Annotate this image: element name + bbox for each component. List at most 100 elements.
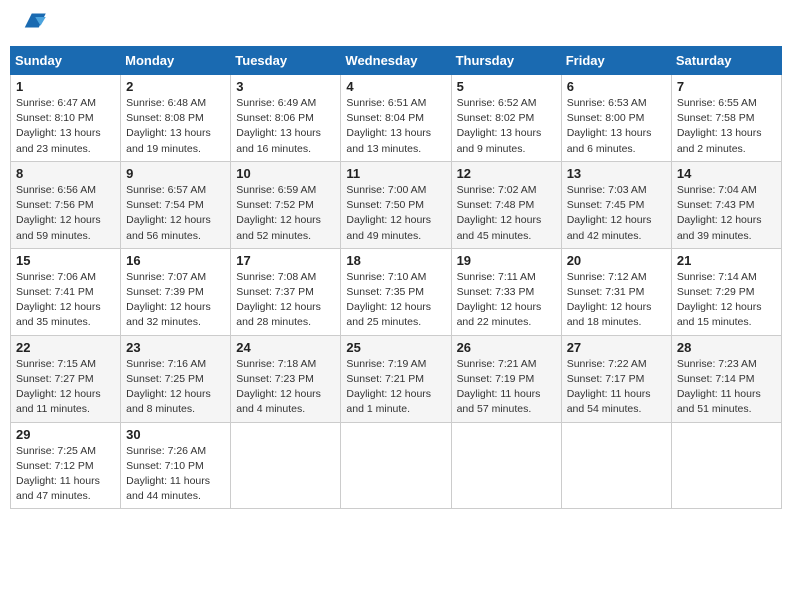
day-info: Sunrise: 6:59 AMSunset: 7:52 PMDaylight:…: [236, 183, 335, 244]
day-number: 16: [126, 253, 225, 268]
day-info: Sunrise: 7:19 AMSunset: 7:21 PMDaylight:…: [346, 357, 445, 418]
day-info: Sunrise: 7:26 AMSunset: 7:10 PMDaylight:…: [126, 444, 225, 505]
day-info: Sunrise: 6:55 AMSunset: 7:58 PMDaylight:…: [677, 96, 776, 157]
calendar-cell: 3 Sunrise: 6:49 AMSunset: 8:06 PMDaylight…: [231, 75, 341, 162]
calendar-cell: 23 Sunrise: 7:16 AMSunset: 7:25 PMDayligh…: [121, 335, 231, 422]
day-info: Sunrise: 6:49 AMSunset: 8:06 PMDaylight:…: [236, 96, 335, 157]
calendar-cell: [341, 422, 451, 509]
day-info: Sunrise: 7:04 AMSunset: 7:43 PMDaylight:…: [677, 183, 776, 244]
calendar-cell: 15 Sunrise: 7:06 AMSunset: 7:41 PMDayligh…: [11, 248, 121, 335]
calendar-cell: 10 Sunrise: 6:59 AMSunset: 7:52 PMDayligh…: [231, 161, 341, 248]
day-info: Sunrise: 6:53 AMSunset: 8:00 PMDaylight:…: [567, 96, 666, 157]
calendar-week-row: 22Sunrise: 7:15 AMSunset: 7:27 PMDayligh…: [11, 335, 782, 422]
day-info: Sunrise: 7:16 AMSunset: 7:25 PMDaylight:…: [126, 357, 225, 418]
day-number: 18: [346, 253, 445, 268]
calendar-cell: 7Sunrise: 6:55 AMSunset: 7:58 PMDaylight…: [671, 75, 781, 162]
calendar-cell: 11 Sunrise: 7:00 AMSunset: 7:50 PMDayligh…: [341, 161, 451, 248]
calendar-cell: 24 Sunrise: 7:18 AMSunset: 7:23 PMDayligh…: [231, 335, 341, 422]
day-number: 9: [126, 166, 225, 181]
day-info: Sunrise: 7:08 AMSunset: 7:37 PMDaylight:…: [236, 270, 335, 331]
day-header-tuesday: Tuesday: [231, 47, 341, 75]
day-info: Sunrise: 7:11 AMSunset: 7:33 PMDaylight:…: [457, 270, 556, 331]
calendar-cell: 12 Sunrise: 7:02 AMSunset: 7:48 PMDayligh…: [451, 161, 561, 248]
day-header-monday: Monday: [121, 47, 231, 75]
day-number: 5: [457, 79, 556, 94]
calendar-cell: 13Sunrise: 7:03 AMSunset: 7:45 PMDayligh…: [561, 161, 671, 248]
calendar-cell: 9 Sunrise: 6:57 AMSunset: 7:54 PMDaylight…: [121, 161, 231, 248]
day-number: 17: [236, 253, 335, 268]
day-number: 1: [16, 79, 115, 94]
day-info: Sunrise: 7:00 AMSunset: 7:50 PMDaylight:…: [346, 183, 445, 244]
day-number: 21: [677, 253, 776, 268]
day-number: 23: [126, 340, 225, 355]
day-info: Sunrise: 6:57 AMSunset: 7:54 PMDaylight:…: [126, 183, 225, 244]
calendar-cell: 22Sunrise: 7:15 AMSunset: 7:27 PMDayligh…: [11, 335, 121, 422]
calendar-cell: 17 Sunrise: 7:08 AMSunset: 7:37 PMDayligh…: [231, 248, 341, 335]
page-header: [10, 10, 782, 38]
calendar-cell: 4 Sunrise: 6:51 AMSunset: 8:04 PMDaylight…: [341, 75, 451, 162]
day-info: Sunrise: 7:06 AMSunset: 7:41 PMDaylight:…: [16, 270, 115, 331]
calendar-cell: 26Sunrise: 7:21 AMSunset: 7:19 PMDayligh…: [451, 335, 561, 422]
calendar-cell: 28 Sunrise: 7:23 AMSunset: 7:14 PMDayligh…: [671, 335, 781, 422]
day-number: 4: [346, 79, 445, 94]
day-number: 24: [236, 340, 335, 355]
day-number: 19: [457, 253, 556, 268]
calendar-cell: 29Sunrise: 7:25 AMSunset: 7:12 PMDayligh…: [11, 422, 121, 509]
day-info: Sunrise: 7:02 AMSunset: 7:48 PMDaylight:…: [457, 183, 556, 244]
calendar-cell: [561, 422, 671, 509]
calendar-cell: 2Sunrise: 6:48 AMSunset: 8:08 PMDaylight…: [121, 75, 231, 162]
day-number: 20: [567, 253, 666, 268]
day-info: Sunrise: 6:51 AMSunset: 8:04 PMDaylight:…: [346, 96, 445, 157]
calendar-table: SundayMondayTuesdayWednesdayThursdayFrid…: [10, 46, 782, 509]
day-number: 6: [567, 79, 666, 94]
day-header-sunday: Sunday: [11, 47, 121, 75]
day-header-wednesday: Wednesday: [341, 47, 451, 75]
day-header-thursday: Thursday: [451, 47, 561, 75]
day-info: Sunrise: 7:18 AMSunset: 7:23 PMDaylight:…: [236, 357, 335, 418]
day-number: 28: [677, 340, 776, 355]
day-number: 30: [126, 427, 225, 442]
day-number: 10: [236, 166, 335, 181]
day-number: 14: [677, 166, 776, 181]
calendar-cell: 6 Sunrise: 6:53 AMSunset: 8:00 PMDaylight…: [561, 75, 671, 162]
calendar-cell: [671, 422, 781, 509]
day-number: 3: [236, 79, 335, 94]
calendar-cell: 8 Sunrise: 6:56 AMSunset: 7:56 PMDaylight…: [11, 161, 121, 248]
calendar-cell: [451, 422, 561, 509]
calendar-cell: [231, 422, 341, 509]
day-info: Sunrise: 7:07 AMSunset: 7:39 PMDaylight:…: [126, 270, 225, 331]
calendar-cell: 20 Sunrise: 7:12 AMSunset: 7:31 PMDayligh…: [561, 248, 671, 335]
calendar-cell: 21 Sunrise: 7:14 AMSunset: 7:29 PMDayligh…: [671, 248, 781, 335]
logo-icon: [14, 10, 46, 38]
day-info: Sunrise: 6:56 AMSunset: 7:56 PMDaylight:…: [16, 183, 115, 244]
day-info: Sunrise: 7:15 AMSunset: 7:27 PMDaylight:…: [16, 357, 115, 418]
calendar-week-row: 15 Sunrise: 7:06 AMSunset: 7:41 PMDayligh…: [11, 248, 782, 335]
calendar-cell: 25 Sunrise: 7:19 AMSunset: 7:21 PMDayligh…: [341, 335, 451, 422]
calendar-week-row: 1 Sunrise: 6:47 AMSunset: 8:10 PMDaylight…: [11, 75, 782, 162]
calendar-cell: 18Sunrise: 7:10 AMSunset: 7:35 PMDayligh…: [341, 248, 451, 335]
day-header-friday: Friday: [561, 47, 671, 75]
calendar-cell: 27Sunrise: 7:22 AMSunset: 7:17 PMDayligh…: [561, 335, 671, 422]
calendar-week-row: 8 Sunrise: 6:56 AMSunset: 7:56 PMDaylight…: [11, 161, 782, 248]
day-number: 15: [16, 253, 115, 268]
day-number: 2: [126, 79, 225, 94]
day-number: 25: [346, 340, 445, 355]
calendar-cell: 19 Sunrise: 7:11 AMSunset: 7:33 PMDayligh…: [451, 248, 561, 335]
calendar-cell: 5 Sunrise: 6:52 AMSunset: 8:02 PMDaylight…: [451, 75, 561, 162]
logo: [14, 10, 50, 38]
day-info: Sunrise: 6:52 AMSunset: 8:02 PMDaylight:…: [457, 96, 556, 157]
day-number: 26: [457, 340, 556, 355]
calendar-cell: 16 Sunrise: 7:07 AMSunset: 7:39 PMDayligh…: [121, 248, 231, 335]
day-info: Sunrise: 7:22 AMSunset: 7:17 PMDaylight:…: [567, 357, 666, 418]
day-header-saturday: Saturday: [671, 47, 781, 75]
day-number: 11: [346, 166, 445, 181]
calendar-header-row: SundayMondayTuesdayWednesdayThursdayFrid…: [11, 47, 782, 75]
day-number: 8: [16, 166, 115, 181]
day-info: Sunrise: 7:23 AMSunset: 7:14 PMDaylight:…: [677, 357, 776, 418]
day-number: 13: [567, 166, 666, 181]
day-info: Sunrise: 7:12 AMSunset: 7:31 PMDaylight:…: [567, 270, 666, 331]
calendar-week-row: 29Sunrise: 7:25 AMSunset: 7:12 PMDayligh…: [11, 422, 782, 509]
day-info: Sunrise: 6:47 AMSunset: 8:10 PMDaylight:…: [16, 96, 115, 157]
day-info: Sunrise: 7:14 AMSunset: 7:29 PMDaylight:…: [677, 270, 776, 331]
day-number: 12: [457, 166, 556, 181]
